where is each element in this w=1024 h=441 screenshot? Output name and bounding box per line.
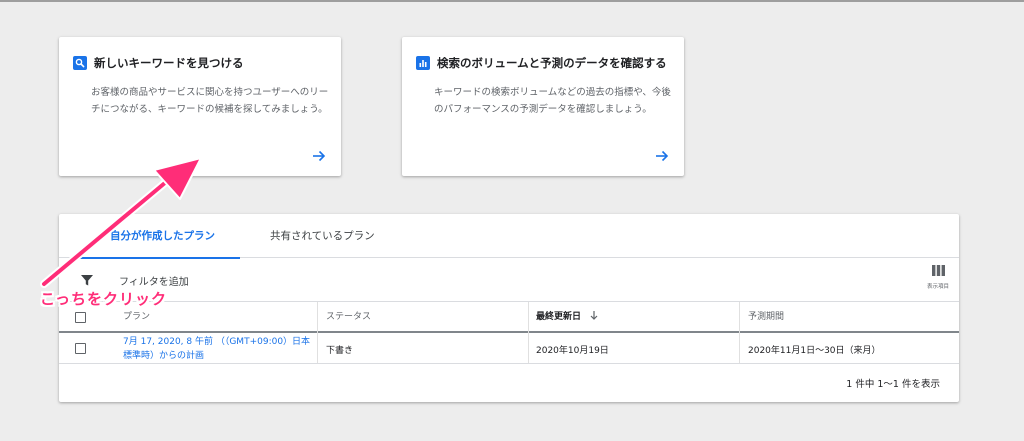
sort-descending-icon bbox=[590, 311, 598, 320]
plans-panel: 自分が作成したプラン 共有されているプラン フィルタを追加 表示項目 プラン ス… bbox=[59, 214, 959, 402]
add-filter-button[interactable]: フィルタを追加 bbox=[119, 273, 189, 288]
forecast-card[interactable]: 検索のボリュームと予測のデータを確認する キーワードの検索ボリュームなどの過去の… bbox=[402, 37, 684, 176]
tab-label: 共有されているプラン bbox=[270, 230, 375, 242]
card-header: 検索のボリュームと予測のデータを確認する bbox=[416, 55, 667, 71]
card-header: 新しいキーワードを見つける bbox=[73, 55, 244, 71]
column-header-status[interactable]: ステータス bbox=[326, 302, 371, 333]
filter-bar: フィルタを追加 表示項目 bbox=[59, 258, 959, 302]
plan-name-link[interactable]: 7月 17, 2020, 8 午前 （（GMT+09:00）日本標準時）からの計… bbox=[123, 335, 313, 363]
arrow-right-icon[interactable] bbox=[654, 148, 670, 164]
tab-shared-plans[interactable]: 共有されているプラン bbox=[270, 214, 375, 258]
column-header-label: 最終更新日 bbox=[536, 312, 582, 322]
columns-button[interactable]: 表示項目 bbox=[923, 265, 953, 297]
column-header-last-updated[interactable]: 最終更新日 bbox=[536, 302, 599, 333]
plan-tabs: 自分が作成したプラン 共有されているプラン bbox=[59, 214, 959, 259]
tab-my-plans[interactable]: 自分が作成したプラン bbox=[78, 214, 240, 259]
row-checkbox[interactable] bbox=[75, 343, 86, 354]
row-last-updated: 2020年10月19日 bbox=[536, 346, 609, 356]
table-row: 7月 17, 2020, 8 午前 （（GMT+09:00）日本標準時）からの計… bbox=[59, 333, 959, 364]
arrow-right-icon[interactable] bbox=[311, 148, 327, 164]
columns-icon bbox=[931, 265, 945, 276]
click-here-annotation: こっちをクリック bbox=[40, 290, 167, 308]
bar-chart-icon bbox=[416, 56, 430, 70]
row-status: 下書き bbox=[326, 346, 354, 356]
select-all-checkbox[interactable] bbox=[75, 312, 86, 323]
card-description: キーワードの検索ボリュームなどの過去の指標や、今後のパフォーマンスの予測データを… bbox=[434, 87, 671, 115]
tab-label: 自分が作成したプラン bbox=[110, 230, 215, 242]
filter-icon[interactable] bbox=[80, 272, 94, 286]
find-keywords-card[interactable]: 新しいキーワードを見つける お客様の商品やサービスに関心を持つユーザーへのリーチ… bbox=[59, 37, 341, 176]
card-title: 新しいキーワードを見つける bbox=[94, 56, 244, 70]
table-header: プラン ステータス 最終更新日 予測期間 bbox=[59, 302, 959, 333]
card-description: お客様の商品やサービスに関心を持つユーザーへのリーチにつながる、キーワードの候補… bbox=[91, 87, 329, 115]
row-forecast-period: 2020年11月1日〜30日（来月） bbox=[748, 346, 881, 356]
column-header-forecast-period[interactable]: 予測期間 bbox=[748, 302, 784, 333]
columns-label: 表示項目 bbox=[926, 284, 949, 290]
search-icon bbox=[73, 56, 87, 70]
top-divider bbox=[0, 0, 1024, 2]
pagination-summary: 1 件中 1〜1 件を表示 bbox=[846, 379, 940, 390]
card-title: 検索のボリュームと予測のデータを確認する bbox=[437, 56, 667, 70]
